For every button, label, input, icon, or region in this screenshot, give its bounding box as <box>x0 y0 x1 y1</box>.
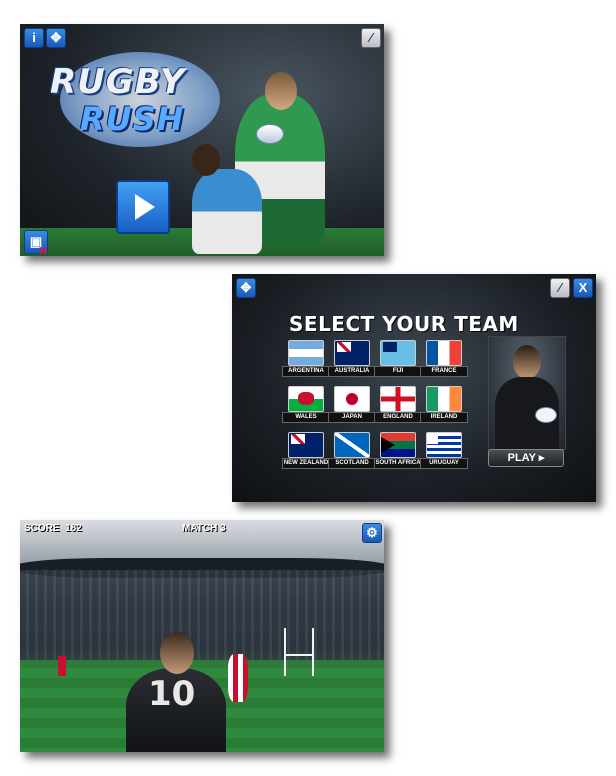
flag-japan-icon <box>334 386 370 412</box>
info-button[interactable]: i <box>24 28 44 48</box>
flag-uruguay-icon <box>426 432 462 458</box>
score-label: SCORE <box>24 523 60 534</box>
fullscreen-button[interactable]: ✥ <box>236 278 256 298</box>
team-south-africa[interactable]: SOUTH AFRICA <box>374 432 422 470</box>
title-screen: RUGBY RUSH i ✥ ⁄ ▣ ✕ <box>20 24 384 256</box>
logo-rush: RUSH <box>80 100 185 138</box>
team-label: URUGUAY <box>420 458 468 469</box>
sound-toggle-button[interactable]: ⁄ <box>550 278 570 298</box>
goal-post <box>312 628 314 676</box>
team-label: NEW ZEALAND <box>282 458 330 469</box>
flag-south-africa-icon <box>380 432 416 458</box>
team-england[interactable]: ENGLAND <box>374 386 422 424</box>
player-head <box>513 345 541 379</box>
play-button[interactable] <box>116 180 170 234</box>
jersey-number: 10 <box>148 674 196 714</box>
play-arrow-icon: ▸ <box>538 452 545 464</box>
team-ireland[interactable]: IRELAND <box>420 386 468 424</box>
blue-player-head <box>192 144 220 176</box>
fullscreen-icon: ✥ <box>240 280 252 295</box>
team-argentina[interactable]: ARGENTINA <box>282 340 330 378</box>
team-label: FIJI <box>374 366 422 377</box>
flag-england-icon <box>380 386 416 412</box>
team-label: ENGLAND <box>374 412 422 423</box>
flag-france-icon <box>426 340 462 366</box>
green-player-head <box>265 72 297 110</box>
flag-ireland-icon <box>426 386 462 412</box>
opponent-player <box>228 654 248 702</box>
team-australia[interactable]: AUSTRALIA <box>328 340 376 378</box>
page-title: SELECT YOUR TEAM <box>289 312 519 336</box>
fullscreen-icon: ✥ <box>50 30 62 45</box>
goal-crossbar <box>284 654 314 656</box>
team-select-screen: ✥ ⁄ X SELECT YOUR TEAM ARGENTINA AUSTRAL… <box>232 274 596 502</box>
sound-off-icon: ⁄ <box>558 280 562 295</box>
score-display: SCORE 182 <box>24 523 82 534</box>
team-label: WALES <box>282 412 330 423</box>
match-indicator: MATCH 3 <box>182 523 226 534</box>
team-new-zealand[interactable]: NEW ZEALAND <box>282 432 330 470</box>
team-player-portrait <box>488 336 566 450</box>
flag-new-zealand-icon <box>288 432 324 458</box>
team-label: SOUTH AFRICA <box>374 458 422 469</box>
sound-off-icon: ⁄ <box>369 30 373 45</box>
info-icon: i <box>32 30 36 45</box>
team-japan[interactable]: JAPAN <box>328 386 376 424</box>
fullscreen-button[interactable]: ✥ <box>46 28 66 48</box>
score-value: 182 <box>65 523 82 534</box>
play-label: PLAY <box>507 452 536 464</box>
stadium-stands <box>20 570 384 660</box>
goal-post <box>284 628 286 676</box>
settings-button[interactable]: ⚙ <box>362 523 382 543</box>
save-button[interactable]: ▣ ✕ <box>24 230 48 256</box>
team-fiji[interactable]: FIJI <box>374 340 422 378</box>
team-label: AUSTRALIA <box>328 366 376 377</box>
gameplay-screen: 10 SCORE 182 MATCH 3 ⚙ <box>20 520 384 752</box>
flag-fiji-icon <box>380 340 416 366</box>
flag-wales-icon <box>288 386 324 412</box>
team-label: IRELAND <box>420 412 468 423</box>
team-scotland[interactable]: SCOTLAND <box>328 432 376 470</box>
opponent-player <box>58 656 66 676</box>
flag-scotland-icon <box>334 432 370 458</box>
close-icon: X <box>578 280 588 295</box>
gear-icon: ⚙ <box>366 525 378 540</box>
close-button[interactable]: X <box>573 278 593 298</box>
sound-toggle-button[interactable]: ⁄ <box>361 28 381 48</box>
team-label: FRANCE <box>420 366 468 377</box>
player-head <box>160 632 194 674</box>
save-icon: ▣ ✕ <box>29 234 48 256</box>
team-label: JAPAN <box>328 412 376 423</box>
play-button[interactable]: PLAY ▸ <box>488 449 564 467</box>
team-label: SCOTLAND <box>328 458 376 469</box>
rugby-ball-icon <box>535 407 557 423</box>
team-france[interactable]: FRANCE <box>420 340 468 378</box>
team-label: ARGENTINA <box>282 366 330 377</box>
rugby-ball-icon <box>256 124 284 144</box>
team-uruguay[interactable]: URUGUAY <box>420 432 468 470</box>
flag-australia-icon <box>334 340 370 366</box>
blue-player <box>192 169 262 254</box>
flag-argentina-icon <box>288 340 324 366</box>
logo-rugby: RUGBY <box>50 62 186 102</box>
team-wales[interactable]: WALES <box>282 386 330 424</box>
